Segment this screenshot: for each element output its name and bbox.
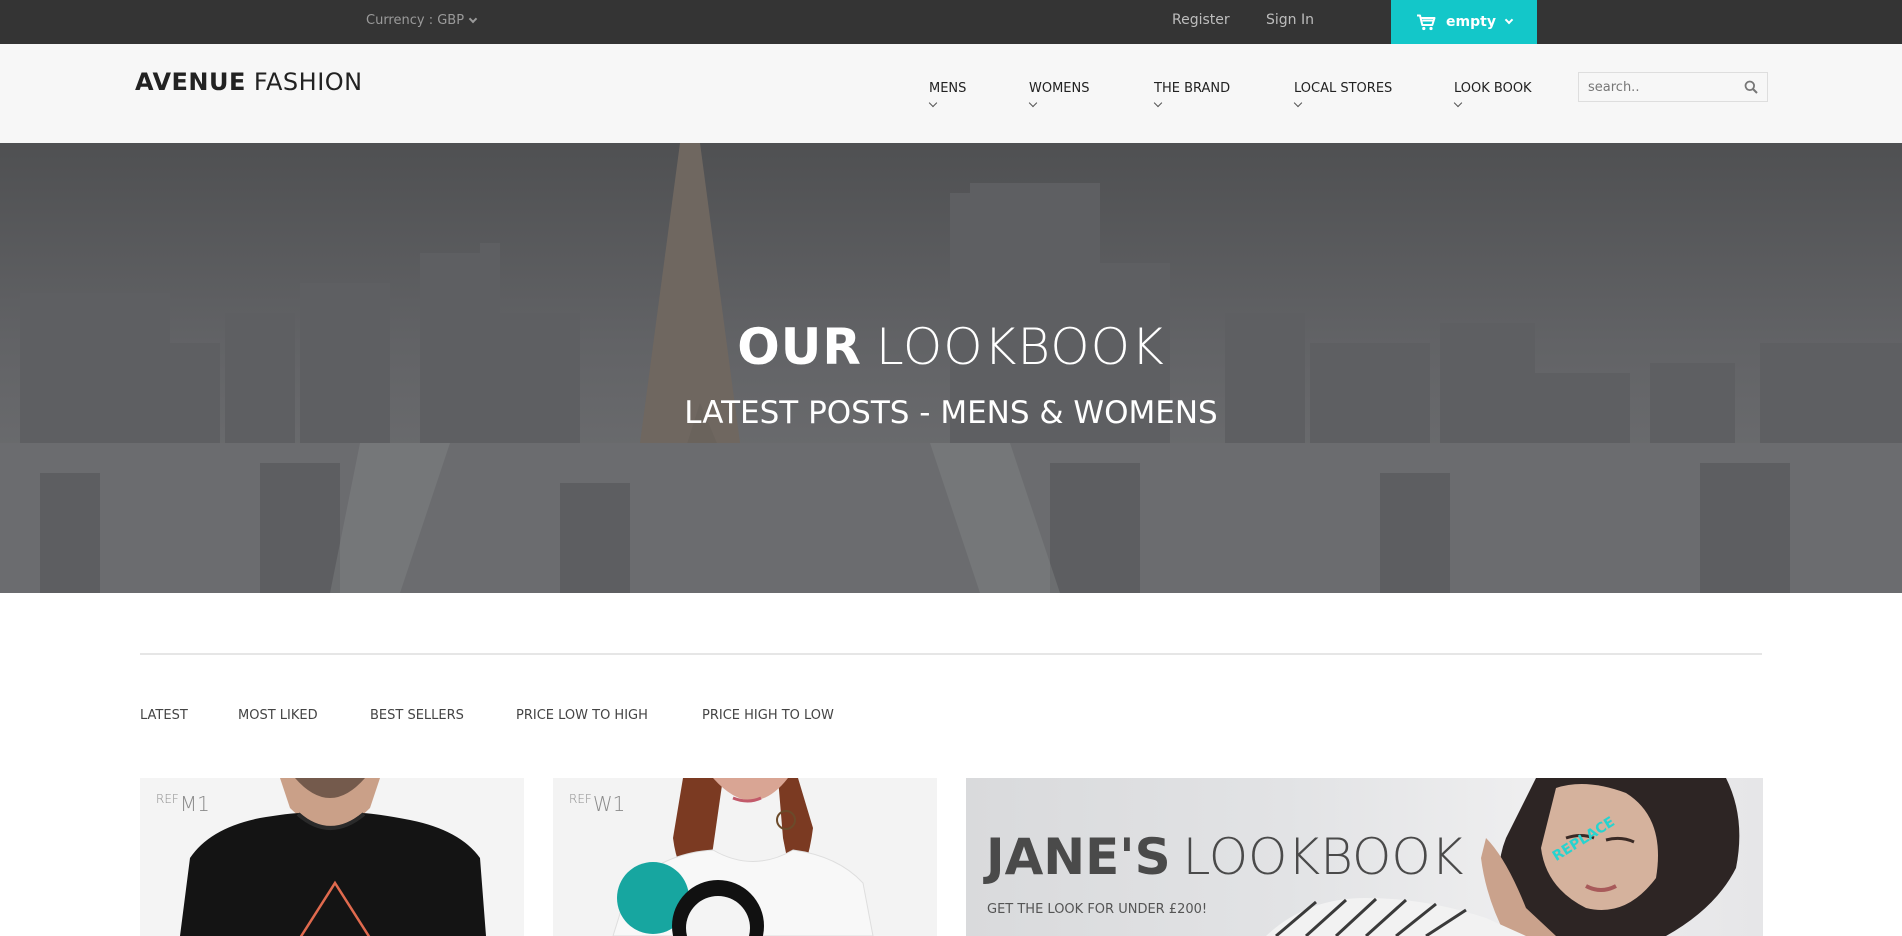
site-header: AVENUE FASHION MENS WOMENS THE BRAND LOCA… — [0, 44, 1902, 143]
hero-subtitle: LATEST POSTS - MENS & WOMENS — [684, 395, 1218, 431]
nav-item-look-book[interactable]: LOOK BOOK — [1453, 81, 1532, 108]
nav-label: MENS — [929, 81, 967, 96]
chevron-down-icon — [1453, 98, 1463, 108]
product-card[interactable]: REFW1 — [553, 778, 937, 936]
nav-label: WOMENS — [1029, 81, 1090, 96]
nav-item-local-stores[interactable]: LOCAL STORES — [1293, 81, 1393, 108]
top-bar: Currency : GBP Register Sign In empty — [0, 0, 1902, 44]
chevron-down-icon — [1504, 15, 1514, 25]
hero-title-light: LOOKBOOK — [875, 318, 1165, 376]
product-ref: REFW1 — [569, 792, 625, 816]
filter-price-high-to-low[interactable]: PRICE HIGH TO LOW — [702, 708, 834, 723]
chevron-down-icon — [928, 98, 938, 108]
ref-prefix: REF — [156, 792, 179, 807]
filter-price-low-to-high[interactable]: PRICE LOW TO HIGH — [516, 708, 648, 723]
search-box — [1578, 72, 1768, 102]
product-card[interactable]: REFM1 — [140, 778, 524, 936]
nav-item-mens[interactable]: MENS — [928, 81, 967, 108]
product-ref: REFM1 — [156, 792, 210, 816]
janes-lookbook-banner[interactable]: JANE'S LOOKBOOK GET THE LOOK FOR UNDER £2… — [966, 778, 1763, 936]
ref-code: W1 — [592, 792, 626, 816]
chevron-down-icon — [1028, 98, 1038, 108]
nav-item-womens[interactable]: WOMENS — [1028, 81, 1090, 108]
filter-latest[interactable]: LATEST — [140, 708, 188, 723]
chevron-down-icon — [1293, 98, 1303, 108]
lookbook-title-light: LOOKBOOK — [1182, 828, 1464, 886]
lookbook-subtitle: GET THE LOOK FOR UNDER £200! — [987, 902, 1208, 917]
lookbook-title-bold: JANE'S — [986, 828, 1171, 886]
ref-prefix: REF — [569, 792, 592, 807]
nav-label: LOCAL STORES — [1294, 81, 1393, 96]
chevron-down-icon — [1153, 98, 1163, 108]
cart-icon — [1417, 14, 1436, 30]
nav-item-the-brand[interactable]: THE BRAND — [1153, 81, 1231, 108]
search-input[interactable] — [1579, 73, 1729, 101]
sign-in-link[interactable]: Sign In — [1266, 12, 1314, 28]
nav-label: THE BRAND — [1154, 81, 1231, 96]
section-divider — [140, 653, 1762, 655]
register-link[interactable]: Register — [1172, 12, 1230, 28]
hero-title: OUR LOOKBOOK — [0, 318, 1902, 376]
currency-label: Currency : GBP — [366, 13, 465, 28]
ref-code: M1 — [179, 792, 210, 816]
cart-button[interactable]: empty — [1391, 0, 1537, 44]
site-logo[interactable]: AVENUE FASHION — [135, 68, 363, 96]
hero-title-bold: OUR — [737, 318, 862, 376]
currency-selector[interactable]: Currency : GBP — [366, 13, 478, 28]
lookbook-title: JANE'S LOOKBOOK — [986, 828, 1464, 886]
filter-most-liked[interactable]: MOST LIKED — [238, 708, 318, 723]
logo-bold: AVENUE — [135, 68, 246, 96]
search-icon[interactable] — [1744, 80, 1758, 94]
chevron-down-icon — [468, 14, 478, 23]
hero-banner: OUR LOOKBOOK LATEST POSTS - MENS & WOMENS — [0, 143, 1902, 593]
nav-label: LOOK BOOK — [1454, 81, 1532, 96]
cart-label: empty — [1446, 14, 1496, 30]
filter-best-sellers[interactable]: BEST SELLERS — [370, 708, 464, 723]
logo-light: FASHION — [253, 68, 363, 96]
